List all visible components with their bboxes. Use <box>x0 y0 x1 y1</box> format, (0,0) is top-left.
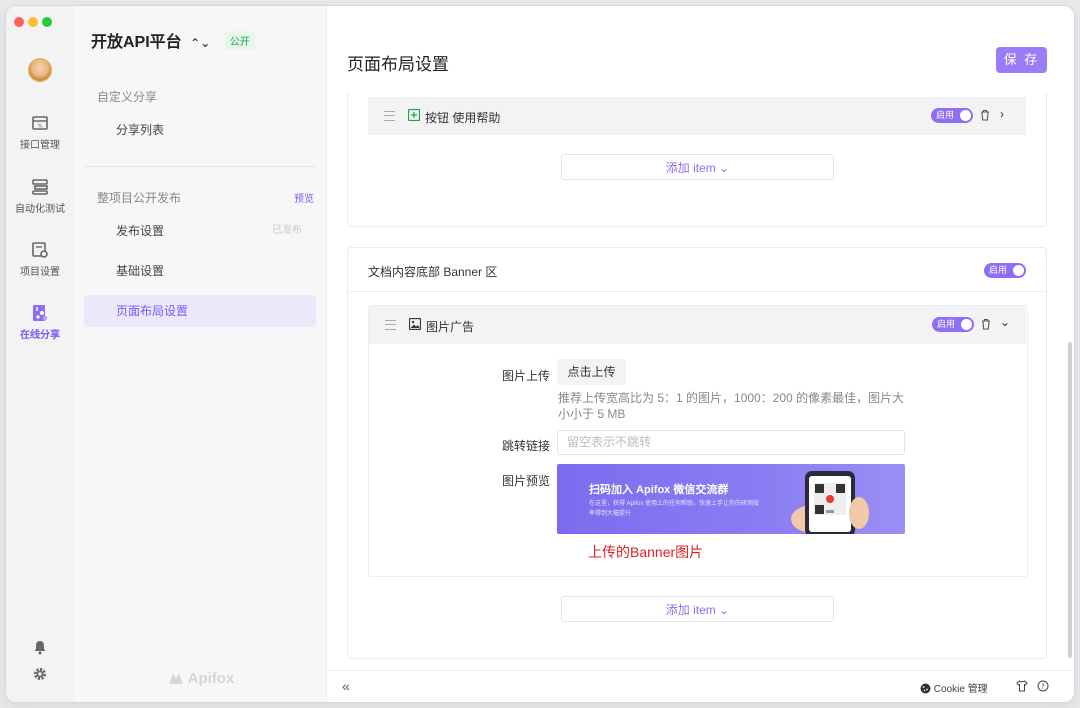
traffic-lights <box>14 14 56 32</box>
drag-handle-icon[interactable] <box>385 320 396 330</box>
zoom-window-button[interactable] <box>42 17 52 27</box>
trash-icon[interactable] <box>980 109 990 121</box>
chevron-updown-icon: ⌃⌄ <box>190 36 211 50</box>
rail-item-project-settings[interactable]: 项目设置 <box>6 241 74 278</box>
section-header: 文档内容底部 Banner 区 <box>368 265 498 279</box>
add-box-icon <box>408 109 420 121</box>
rail-item-label: 在线分享 <box>20 330 60 341</box>
rail-item-automation[interactable]: 自动化测试 <box>6 178 74 215</box>
nav-share-list[interactable]: 分享列表 <box>84 114 316 146</box>
nav-label: 页面布局设置 <box>116 304 189 318</box>
upload-hint: 推荐上传宽高比为 5：1 的图片，1000：200 的像素最佳，图片大小小于 5… <box>558 391 905 421</box>
button-section-card: 按钮 使用帮助 启用 › 添加 item ⌄ <box>347 92 1047 227</box>
cookie-manager-button[interactable]: Cookie 管理 <box>920 680 988 695</box>
trash-icon[interactable] <box>981 318 991 330</box>
item-label: 按钮 使用帮助 <box>425 111 501 125</box>
nav-label: 分享列表 <box>116 123 165 137</box>
nav-layout-settings[interactable]: 页面布局设置 <box>84 295 316 327</box>
upload-label: 图片上传 <box>501 369 550 383</box>
published-status: 已发布 <box>272 225 302 236</box>
icon-rail: % 接口管理 自动化测试 项目设置 在线分享 <box>6 6 74 702</box>
app-window: % 接口管理 自动化测试 项目设置 在线分享 开放API平台 ⌃⌄ 公开 自定义… <box>6 6 1074 702</box>
project-settings-icon <box>32 242 48 258</box>
banner-subtitle: 在这里，获得 Apifox 使用上的任何帮助，快速上手让你的研测效率得到大幅提升 <box>589 501 760 517</box>
section-label-project-publish: 整项目公开发布 <box>97 189 317 206</box>
svg-text:?: ? <box>1041 683 1045 691</box>
close-window-button[interactable] <box>14 17 24 27</box>
preview-link[interactable]: 预览 <box>294 190 314 205</box>
banner-preview-image: 扫码加入 Apifox 微信交流群 在这里，获得 Apifox 使用上的任何帮助… <box>557 464 905 534</box>
automation-icon <box>32 179 48 195</box>
item-label: 图片广告 <box>426 320 475 334</box>
add-item-button[interactable]: 添加 item ⌄ <box>561 596 834 622</box>
nav-label: 基础设置 <box>116 264 165 278</box>
brand-name: Apifox <box>187 670 235 687</box>
drag-handle-icon[interactable] <box>384 111 395 121</box>
share-icon <box>33 305 48 321</box>
section-label-custom-share: 自定义分享 <box>97 90 158 104</box>
rail-item-label: 自动化测试 <box>15 204 65 215</box>
api-icon: % <box>32 116 48 130</box>
cookie-icon <box>920 683 931 694</box>
rail-item-share[interactable]: 在线分享 <box>6 304 74 341</box>
banner-caption: 上传的Banner图片 <box>588 544 704 560</box>
nav-publish-settings[interactable]: 发布设置 已发布 <box>84 215 316 247</box>
phone-qr-illustration <box>791 471 869 534</box>
divider <box>84 166 316 167</box>
link-input[interactable]: 留空表示不跳转 <box>557 430 905 455</box>
banner-title: 扫码加入 Apifox 微信交流群 <box>589 484 729 496</box>
help-icon[interactable]: ? <box>1037 680 1049 692</box>
scrollbar[interactable] <box>1068 342 1072 658</box>
gear-icon[interactable] <box>33 667 47 681</box>
rail-item-label: 项目设置 <box>20 267 60 278</box>
page-title: 页面布局设置 <box>347 55 449 74</box>
bell-icon[interactable] <box>33 640 47 655</box>
preview-label: 图片预览 <box>501 474 550 488</box>
public-badge: 公开 <box>224 31 255 50</box>
chevron-right-icon[interactable]: › <box>1000 107 1004 121</box>
collapse-sidebar-icon[interactable]: « <box>342 678 350 694</box>
main-content: 页面布局设置 保 存 按钮 使用帮助 启用 › 添加 item ⌄ 文档内容底部… <box>327 6 1074 702</box>
shirt-icon[interactable] <box>1016 680 1028 692</box>
apifox-logo-icon <box>169 674 183 684</box>
item-row-image-ad[interactable]: 图片广告 启用 ⌄ <box>369 306 1026 344</box>
rail-item-label: 接口管理 <box>20 140 60 151</box>
cookie-label: Cookie 管理 <box>933 684 988 695</box>
brand-logo: Apifox <box>168 670 234 687</box>
minimize-window-button[interactable] <box>28 17 38 27</box>
chevron-down-icon[interactable]: ⌄ <box>1000 315 1010 329</box>
project-switcher[interactable]: 开放API平台 ⌃⌄ 公开 <box>91 28 255 52</box>
save-button[interactable]: 保 存 <box>996 47 1047 73</box>
section-enable-toggle[interactable]: 启用 <box>984 263 1026 278</box>
project-name: 开放API平台 <box>91 34 182 51</box>
upload-button[interactable]: 点击上传 <box>557 359 626 385</box>
enable-toggle[interactable]: 启用 <box>931 108 973 123</box>
nav-label: 发布设置 <box>116 224 165 238</box>
item-row-help-button[interactable]: 按钮 使用帮助 启用 › <box>368 97 1026 135</box>
footer-bar: « Cookie 管理 ? <box>327 670 1074 702</box>
enable-toggle[interactable]: 启用 <box>932 317 974 332</box>
nav-basic-settings[interactable]: 基础设置 <box>84 255 316 287</box>
add-item-button[interactable]: 添加 item ⌄ <box>561 154 834 180</box>
link-label: 跳转链接 <box>501 439 550 453</box>
svg-text:%: % <box>38 124 43 130</box>
share-panel: 开放API平台 ⌃⌄ 公开 自定义分享 分享列表 整项目公开发布 预览 发布设置… <box>74 6 327 702</box>
divider <box>348 291 1046 292</box>
avatar[interactable] <box>28 58 52 82</box>
image-icon <box>409 318 421 330</box>
rail-item-api[interactable]: % 接口管理 <box>6 114 74 151</box>
section-label-text: 整项目公开发布 <box>97 191 182 205</box>
